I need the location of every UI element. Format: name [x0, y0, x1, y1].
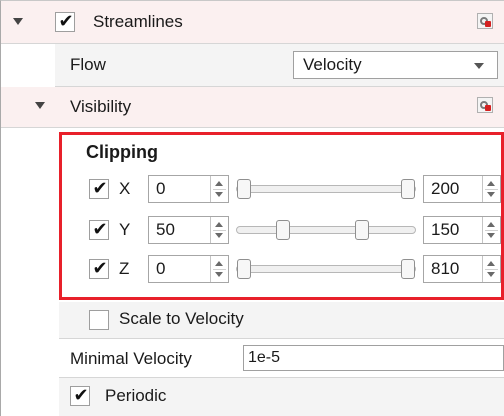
- clip-z-range-slider[interactable]: [236, 265, 416, 273]
- spin-arrows-icon[interactable]: [482, 256, 500, 282]
- clip-x-max-value: 200: [431, 179, 460, 198]
- collapse-visibility-icon[interactable]: [35, 102, 45, 109]
- visibility-label: Visibility: [70, 97, 132, 116]
- clip-z-axis-label: Z: [119, 259, 130, 278]
- clip-z-low-handle[interactable]: [237, 259, 251, 279]
- clip-z-checkbox[interactable]: ✔: [89, 259, 109, 279]
- minimal-velocity-value: 1e-5: [248, 349, 281, 366]
- streamlines-header-row[interactable]: [1, 1, 504, 43]
- spin-arrows-icon[interactable]: [482, 176, 500, 202]
- clip-x-range-slider[interactable]: [236, 185, 416, 193]
- clip-y-low-handle[interactable]: [276, 220, 290, 240]
- periodic-label: Periodic: [105, 386, 167, 405]
- streamlines-checkbox[interactable]: ✔: [55, 12, 75, 32]
- clip-x-max-spinbox[interactable]: 200: [423, 175, 501, 203]
- minimal-velocity-input[interactable]: 1e-5: [243, 345, 504, 371]
- spin-arrows-icon[interactable]: [210, 176, 228, 202]
- spin-arrows-icon[interactable]: [210, 256, 228, 282]
- clip-z-max-value: 810: [431, 259, 460, 278]
- check-icon: ✔: [73, 385, 89, 406]
- clip-x-axis-label: X: [119, 179, 131, 198]
- check-icon: ✔: [92, 219, 108, 240]
- clip-y-high-handle[interactable]: [355, 220, 369, 240]
- clip-x-low-handle[interactable]: [237, 179, 251, 199]
- clip-x-high-handle[interactable]: [401, 179, 415, 199]
- scale-to-velocity-label: Scale to Velocity: [119, 309, 244, 328]
- clip-y-min-value: 50: [156, 220, 175, 239]
- divider: [59, 338, 504, 339]
- clip-x-min-spinbox[interactable]: 0: [148, 175, 229, 203]
- spin-arrows-icon[interactable]: [482, 217, 500, 243]
- flow-label: Flow: [70, 55, 106, 74]
- clip-y-axis-label: Y: [119, 220, 131, 239]
- streamlines-label: Streamlines: [93, 12, 183, 31]
- clip-y-max-value: 150: [431, 220, 460, 239]
- settings-gear-icon[interactable]: [477, 13, 493, 29]
- clip-y-min-spinbox[interactable]: 50: [148, 216, 229, 244]
- clip-y-range-slider[interactable]: [236, 226, 416, 234]
- check-icon: ✔: [58, 11, 74, 32]
- divider: [1, 127, 504, 128]
- flow-dropdown-value: Velocity: [303, 55, 362, 74]
- periodic-checkbox[interactable]: ✔: [70, 386, 90, 406]
- clip-y-max-spinbox[interactable]: 150: [423, 216, 501, 244]
- clip-z-min-spinbox[interactable]: 0: [148, 255, 229, 283]
- check-icon: ✔: [92, 178, 108, 199]
- collapse-streamlines-icon[interactable]: [13, 18, 23, 25]
- spin-arrows-icon[interactable]: [210, 217, 228, 243]
- scale-to-velocity-checkbox[interactable]: [89, 310, 109, 330]
- clipping-title: Clipping: [86, 142, 158, 162]
- check-icon: ✔: [92, 258, 108, 279]
- minimal-velocity-label: Minimal Velocity: [70, 349, 192, 368]
- clip-z-high-handle[interactable]: [401, 259, 415, 279]
- clip-y-checkbox[interactable]: ✔: [89, 220, 109, 240]
- flow-dropdown[interactable]: Velocity: [293, 51, 498, 79]
- clip-x-checkbox[interactable]: ✔: [89, 179, 109, 199]
- chevron-down-icon: [474, 63, 484, 69]
- clip-z-max-spinbox[interactable]: 810: [423, 255, 501, 283]
- clip-z-min-value: 0: [156, 259, 166, 278]
- settings-gear-icon[interactable]: [477, 97, 493, 113]
- clip-x-min-value: 0: [156, 179, 166, 198]
